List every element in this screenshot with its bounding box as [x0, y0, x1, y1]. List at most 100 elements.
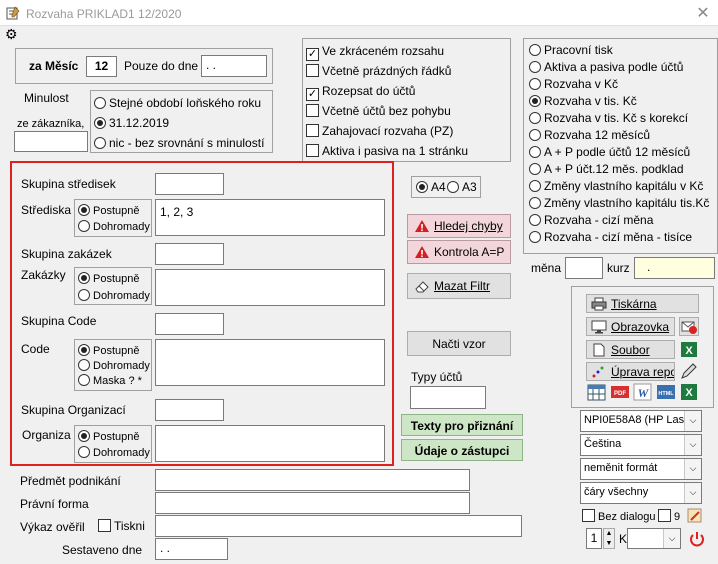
html-icon[interactable]: HTML: [656, 383, 676, 401]
svg-text:X: X: [685, 345, 693, 357]
month-input[interactable]: 12: [86, 56, 117, 77]
printer-icon: [591, 297, 607, 311]
no-dialog-checkbox[interactable]: Bez dialogu: [582, 509, 656, 523]
org-opt-together[interactable]: Dohromady: [78, 446, 150, 459]
check-no-movement[interactable]: Včetně účtů bez pohybu: [306, 104, 451, 118]
group-code-input[interactable]: [155, 313, 224, 335]
pen-icon[interactable]: [679, 362, 699, 381]
group-code-label: Skupina Code: [21, 314, 97, 328]
pdf-icon[interactable]: PDF: [610, 383, 630, 401]
print-checkbox[interactable]: Tiskni: [98, 519, 145, 533]
report-type-option[interactable]: A + P podle účtů 12 měsíců: [529, 145, 690, 159]
excel-icon[interactable]: X: [679, 340, 699, 359]
group-order-input[interactable]: [155, 243, 224, 265]
customer-input[interactable]: [14, 131, 88, 152]
previous-option-1[interactable]: 31.12.2019: [94, 116, 169, 130]
radio-icon: [78, 272, 90, 284]
account-types-input[interactable]: [410, 386, 486, 409]
legal-form-input[interactable]: [155, 492, 470, 514]
center-opt-together[interactable]: Dohromady: [78, 220, 150, 233]
report-type-option[interactable]: Pracovní tisk: [529, 43, 613, 57]
report-type-option[interactable]: Rozvaha v tis. Kč s korekcí: [529, 111, 688, 125]
count-checkbox[interactable]: 9: [658, 509, 680, 523]
close-icon[interactable]: ✕: [694, 3, 712, 22]
until-date-input[interactable]: . .: [201, 55, 267, 77]
report-type-option[interactable]: Rozvaha - cizí měna - tisíce: [529, 230, 692, 244]
report-type-option[interactable]: A + P účt.12 měs. podklad: [529, 162, 684, 176]
compiled-date-input[interactable]: . .: [155, 538, 228, 560]
edit-report-button[interactable]: Úprava repor: [586, 362, 675, 381]
check-one-page[interactable]: Aktiva i pasiva na 1 stránku: [306, 144, 468, 158]
radio-icon: [529, 180, 541, 192]
check-ap-button[interactable]: Kontrola A=P: [407, 240, 511, 264]
gear-icon[interactable]: ⚙: [5, 27, 18, 41]
customer-label: ze zákazníka,: [17, 118, 85, 130]
group-center-input[interactable]: [155, 173, 224, 195]
word-icon[interactable]: W: [633, 383, 653, 401]
email-icon[interactable]: [679, 317, 699, 336]
code-opt-mask[interactable]: Maska ? *: [78, 374, 142, 387]
org-opt-progressive[interactable]: Postupně: [78, 430, 139, 443]
calendar-icon[interactable]: [587, 383, 607, 401]
find-errors-button[interactable]: Hledej chyby: [407, 214, 511, 238]
check-opening[interactable]: Zahajovací rozvaha (PZ): [306, 124, 453, 138]
account-types-label: Typy účtů: [411, 370, 463, 384]
checkbox-icon: ✓: [306, 88, 319, 101]
currency-input[interactable]: [565, 257, 603, 279]
printer-button[interactable]: Tiskárna: [586, 294, 699, 313]
report-type-option[interactable]: Změny vlastního kapitálu v Kč: [529, 179, 703, 193]
subject-input[interactable]: [155, 469, 470, 491]
report-type-option[interactable]: Rozvaha 12 měsíců: [529, 128, 650, 142]
k-select[interactable]: ⌵: [627, 528, 681, 549]
report-type-option[interactable]: Rozvaha v Kč: [529, 77, 618, 91]
code-textarea[interactable]: [155, 339, 385, 386]
code-opt-progressive[interactable]: Postupně: [78, 344, 139, 357]
report-type-option[interactable]: Rozvaha - cizí měna: [529, 213, 653, 227]
code-opt-together[interactable]: Dohromady: [78, 359, 150, 372]
radio-icon: [78, 446, 90, 458]
previous-option-0[interactable]: Stejné období loňského roku: [94, 96, 261, 110]
printer-select[interactable]: NPI0E58A8 (HP Lase ⌵: [580, 410, 702, 432]
document-icon: [591, 343, 607, 357]
screen-button[interactable]: Obrazovka: [586, 317, 675, 336]
excel-export-icon[interactable]: X: [679, 383, 699, 401]
copies-input[interactable]: 1: [586, 528, 602, 549]
previous-option-2[interactable]: nic - bez srovnání s minulostí: [94, 136, 264, 150]
texts-for-return-button[interactable]: Texty pro přiznání: [401, 414, 523, 436]
representative-data-button[interactable]: Údaje o zástupci: [401, 439, 523, 461]
order-opt-progressive[interactable]: Postupně: [78, 272, 139, 285]
report-type-option[interactable]: Aktiva a pasiva podle účtů: [529, 60, 683, 74]
settings-icon[interactable]: [686, 507, 704, 525]
check-split-accounts[interactable]: ✓ Rozepsat do účtů: [306, 84, 415, 101]
report-type-option[interactable]: Změny vlastního kapitálu tis.Kč: [529, 196, 709, 210]
clear-filter-button[interactable]: Mazat Filtr: [407, 273, 511, 299]
order-opt-together[interactable]: Dohromady: [78, 289, 150, 302]
language-select[interactable]: Čeština ⌵: [580, 434, 702, 456]
paper-a3[interactable]: A3: [447, 180, 477, 194]
center-opt-progressive[interactable]: Postupně: [78, 204, 139, 217]
check-empty-rows[interactable]: Včetně prázdných řádků: [306, 64, 451, 78]
spinner-icon[interactable]: ▲ ▼: [603, 528, 615, 549]
radio-icon: [529, 146, 541, 158]
radio-icon: [78, 430, 90, 442]
file-button[interactable]: Soubor: [586, 340, 675, 359]
group-org-label: Skupina Organizací: [21, 403, 126, 417]
group-org-input[interactable]: [155, 399, 224, 421]
checkbox-icon: [658, 509, 671, 522]
check-short-range[interactable]: ✓ Ve zkráceném rozsahu: [306, 44, 444, 61]
power-icon[interactable]: [688, 530, 706, 548]
subject-label: Předmět podnikání: [20, 474, 121, 488]
radio-icon: [529, 112, 541, 124]
verified-input[interactable]: [155, 515, 522, 537]
load-template-button[interactable]: Načti vzor: [407, 331, 511, 356]
lines-select[interactable]: čáry všechny ⌵: [580, 482, 702, 504]
org-textarea[interactable]: [155, 425, 385, 462]
order-textarea[interactable]: [155, 269, 385, 306]
report-type-option[interactable]: Rozvaha v tis. Kč: [529, 94, 637, 108]
paper-a4[interactable]: A4: [416, 180, 446, 194]
rate-input[interactable]: .: [634, 257, 715, 279]
radio-icon: [529, 197, 541, 209]
center-textarea[interactable]: 1, 2, 3: [155, 199, 385, 236]
format-select[interactable]: neměnit formát ⌵: [580, 458, 702, 480]
radio-icon: [416, 181, 428, 193]
